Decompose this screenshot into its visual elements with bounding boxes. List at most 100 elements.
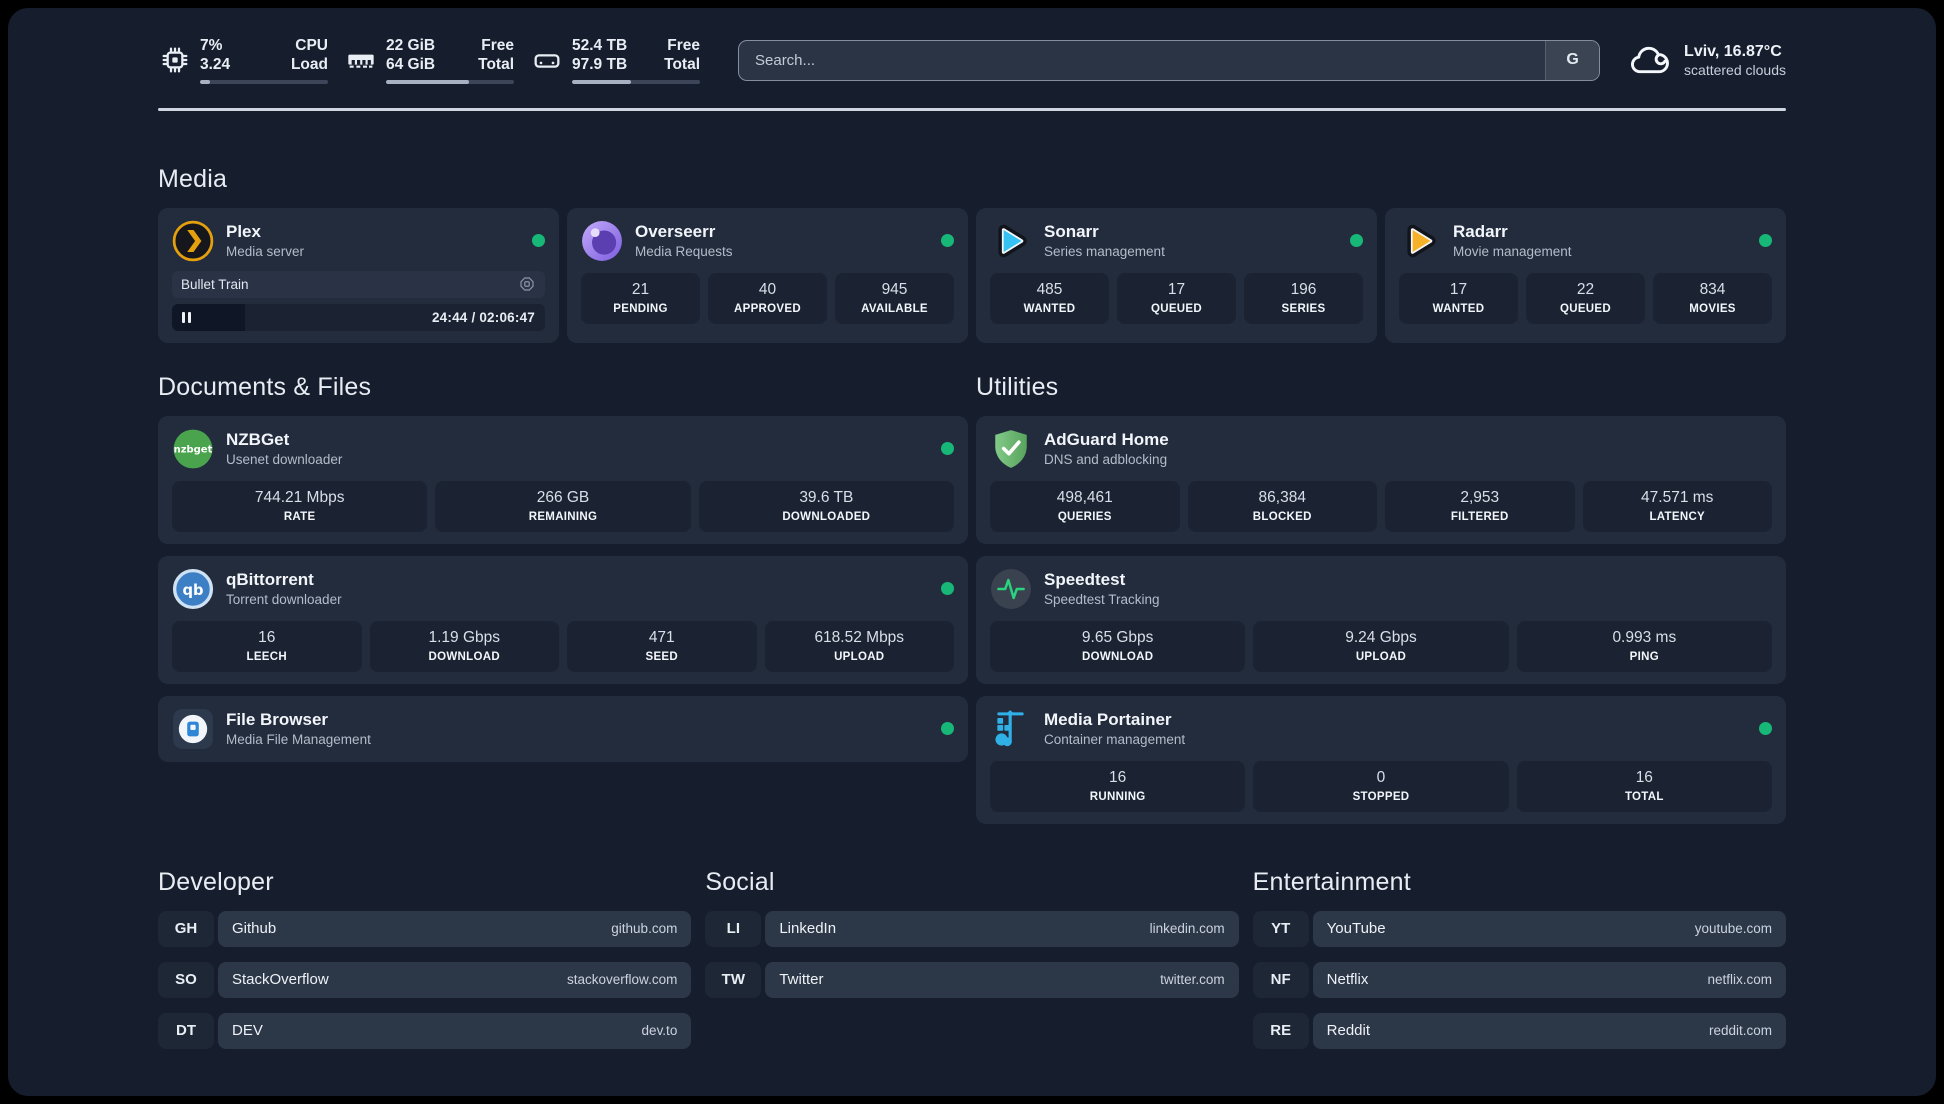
stat-wanted: 485 WANTED	[990, 272, 1109, 324]
stat-latency: 47.571 ms LATENCY	[1582, 480, 1772, 532]
section-title: Documents & Files	[158, 372, 372, 401]
storage-total-value: 97.9 TB	[572, 56, 628, 74]
playback-progress-bar: 24:44 / 02:06:47	[172, 303, 545, 331]
middle-columns: Documents & Files nzbget NZBGet Usenet down…	[158, 373, 1786, 824]
link-stackoverflow[interactable]: SO StackOverflow stackoverflow.com	[158, 961, 692, 998]
stat-value: 47.571 ms	[1641, 488, 1714, 506]
stat-value: 39.6 TB	[799, 488, 854, 506]
cpu-stat: 7% 3.24 CPU Load	[158, 36, 328, 85]
app-card-sonarr[interactable]: Sonarr Series management 485 WANTED 17 QUEUED…	[976, 207, 1377, 343]
app-subtitle: Usenet downloader	[226, 452, 343, 468]
app-card-header: Media Portainer Container management	[990, 708, 1772, 750]
stat-value: 485	[1036, 280, 1063, 298]
app-subtitle: Media Requests	[635, 244, 733, 260]
stat-label: MOVIES	[1689, 302, 1736, 315]
search-input[interactable]	[738, 39, 1601, 81]
storage-usage-bar	[572, 79, 700, 85]
stat-remaining: 266 GB REMAINING	[435, 480, 691, 532]
stat-value: 196	[1290, 280, 1317, 298]
svg-text:qb: qb	[182, 581, 203, 598]
link-tag: YT	[1252, 910, 1309, 947]
radarr-icon	[1399, 220, 1441, 262]
stat-label: PENDING	[613, 302, 668, 315]
app-card-header: Plex Media server	[172, 220, 545, 262]
stats-row: 498,461 QUERIES 86,384 BLOCKED 2,953 FILTERED…	[990, 480, 1772, 532]
stat-label: LEECH	[246, 650, 287, 663]
link-tag: GH	[158, 910, 214, 947]
app-card-radarr[interactable]: Radarr Movie management 17 WANTED 22 QUEUED 83…	[1385, 207, 1786, 343]
link-name: StackOverflow	[232, 971, 329, 988]
app-subtitle: Speedtest Tracking	[1044, 592, 1160, 608]
stat-running: 16 RUNNING	[990, 760, 1246, 812]
app-card-nzbget[interactable]: nzbget NZBGet Usenet downloader 744.21 Mbps…	[158, 415, 968, 544]
cpu-load-value: 3.24	[200, 56, 231, 74]
portainer-icon	[990, 708, 1032, 750]
search-bar: G	[738, 39, 1601, 81]
stat-pending: 21 PENDING	[581, 272, 700, 324]
status-dot	[1759, 234, 1772, 247]
pause-icon[interactable]	[182, 311, 191, 323]
link-tag: RE	[1252, 1012, 1309, 1049]
stat-download: 9.65 Gbps DOWNLOAD	[990, 620, 1246, 672]
media-modal-icon[interactable]	[518, 275, 536, 293]
adguard-icon	[990, 428, 1032, 470]
filebrowser-icon	[172, 708, 214, 750]
app-card-filebrowser[interactable]: File Browser Media File Management	[158, 695, 968, 762]
link-linkedin[interactable]: LI LinkedIn linkedin.com	[705, 910, 1239, 947]
section-documents-files: Documents & Files nzbget NZBGet Usenet down…	[158, 373, 968, 824]
stat-filtered: 2,953 FILTERED	[1385, 480, 1575, 532]
link-reddit[interactable]: RE Reddit reddit.com	[1252, 1012, 1786, 1049]
stats-row: 17 WANTED 22 QUEUED 834 MOVIES	[1399, 272, 1772, 324]
link-name: DEV	[232, 1022, 263, 1039]
link-twitter[interactable]: TW Twitter twitter.com	[705, 961, 1239, 998]
storage-icon	[530, 43, 564, 77]
card-stack: nzbget NZBGet Usenet downloader 744.21 Mbps…	[158, 415, 968, 762]
stat-series: 196 SERIES	[1244, 272, 1363, 324]
status-dot	[1759, 722, 1772, 735]
plex-icon	[172, 220, 214, 262]
app-card-header: Sonarr Series management	[990, 220, 1363, 262]
link-name: Reddit	[1326, 1022, 1371, 1039]
link-youtube[interactable]: YT YouTube youtube.com	[1252, 910, 1786, 947]
link-url: stackoverflow.com	[567, 972, 678, 987]
stat-label: TOTAL	[1624, 790, 1664, 803]
search-engine-button[interactable]: G	[1545, 40, 1600, 80]
stat-available: 945 AVAILABLE	[835, 272, 954, 324]
stat-label: PING	[1629, 650, 1659, 663]
stat-label: DOWNLOAD	[1081, 650, 1154, 663]
link-tag: SO	[158, 961, 214, 998]
status-dot	[532, 234, 545, 247]
media-cards-grid: Plex Media server Bullet Train 24:44 / 02:0…	[158, 207, 1786, 343]
link-rows: YT YouTube youtube.com NF Netflix netflix.com…	[1252, 910, 1786, 1049]
app-card-overseerr[interactable]: Overseerr Media Requests 21 PENDING 40 APPROV…	[567, 207, 968, 343]
cpu-icon	[158, 43, 192, 77]
stats-row: 16 LEECH 1.19 Gbps DOWNLOAD 471 SEED 618.52 Mb…	[172, 620, 954, 672]
app-card-adguard[interactable]: AdGuard Home DNS and adblocking 498,461 QUE…	[976, 415, 1786, 544]
stat-value: 618.52 Mbps	[814, 628, 905, 646]
overseerr-icon	[581, 220, 623, 262]
section-title: Developer	[158, 867, 274, 896]
app-card-speedtest[interactable]: Speedtest Speedtest Tracking 9.65 Gbps DOWN…	[976, 555, 1786, 684]
app-card-qbittorrent[interactable]: qb qBittorrent Torrent downloader 16 LEECH 1.…	[158, 555, 968, 684]
stat-value: 1.19 Gbps	[428, 628, 501, 646]
stat-value: 40	[758, 280, 777, 298]
stat-queries: 498,461 QUERIES	[990, 480, 1180, 532]
link-pill: DEV dev.to	[218, 1012, 692, 1049]
stat-upload: 618.52 Mbps UPLOAD	[764, 620, 954, 672]
app-card-portainer[interactable]: Media Portainer Container management 16 RUN…	[976, 695, 1786, 824]
stat-label: DOWNLOADED	[782, 510, 871, 523]
stat-value: 9.65 Gbps	[1081, 628, 1154, 646]
stat-label: WANTED	[1432, 302, 1485, 315]
stat-value: 498,461	[1056, 488, 1113, 506]
nzbget-icon: nzbget	[172, 428, 214, 470]
speedtest-icon	[990, 568, 1032, 610]
link-github[interactable]: GH Github github.com	[158, 910, 692, 947]
link-dev[interactable]: DT DEV dev.to	[158, 1012, 692, 1049]
app-card-plex[interactable]: Plex Media server Bullet Train 24:44 / 02:0…	[158, 207, 559, 343]
link-netflix[interactable]: NF Netflix netflix.com	[1252, 961, 1786, 998]
status-dot	[941, 582, 954, 595]
link-url: github.com	[611, 921, 678, 936]
link-url: dev.to	[641, 1023, 678, 1038]
app-subtitle: Torrent downloader	[226, 592, 342, 608]
link-pill: Twitter twitter.com	[765, 961, 1239, 998]
